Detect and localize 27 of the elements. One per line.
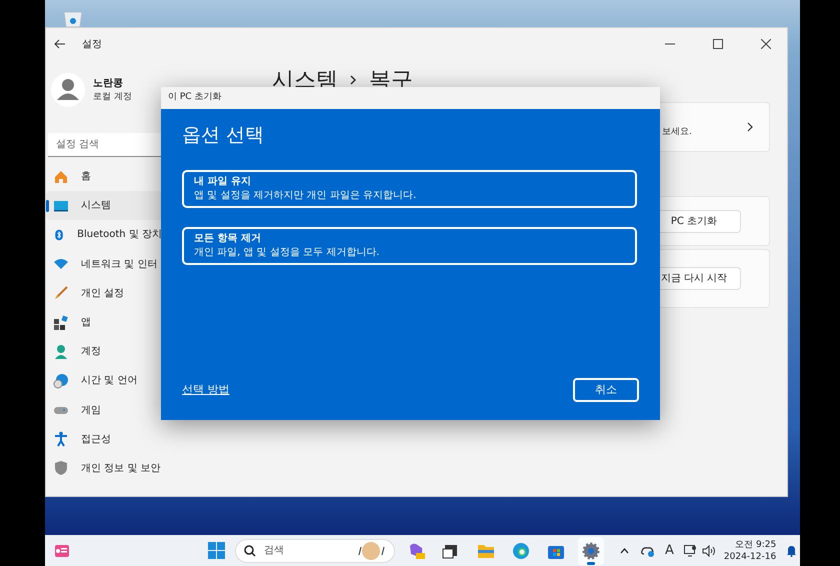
search-placeholder: 검색 <box>264 544 284 558</box>
input-method-indicator[interactable]: A <box>665 540 674 560</box>
clock-date[interactable]: 2024-12-16 <box>724 550 776 562</box>
cancel-button[interactable]: 취소 <box>573 378 639 402</box>
help-link[interactable]: 선택 방법 <box>182 382 230 398</box>
nav-item[interactable]: 시간 및 언어 <box>46 366 162 396</box>
nav-item[interactable]: 홈 <box>46 162 162 192</box>
nav-item[interactable]: Bluetooth 및 장치 <box>46 220 162 250</box>
search-field[interactable]: 설정 검색 <box>48 133 162 157</box>
option-button[interactable]: 내 파일 유지 앱 및 설정을 제거하지만 개인 파일은 유지합니다. <box>182 170 637 208</box>
option-button[interactable]: 모든 항목 제거 개인 파일, 앱 및 설정을 모두 제거합니다. <box>182 226 637 264</box>
dialog-title: 이 PC 초기화 <box>168 91 222 104</box>
dialog-heading: 옵션 선택 <box>182 123 266 148</box>
user-name: 노란콩 <box>93 76 124 91</box>
nav-item[interactable]: 개인 설정 <box>46 278 162 308</box>
nav-item[interactable]: 계정 <box>46 337 162 366</box>
nav-item[interactable]: 시스템 <box>46 191 162 220</box>
nav-item[interactable]: 앱 <box>46 308 162 338</box>
account-type: 로컬 계정 <box>93 90 132 104</box>
window-title: 설정 <box>82 38 102 52</box>
nav-item[interactable]: 게임 <box>46 396 162 425</box>
nav-item[interactable]: 네트워크 및 인터 <box>46 250 162 279</box>
taskbar-search-field[interactable]: 검색 <box>235 538 395 562</box>
card-text: 보세요. <box>662 126 692 140</box>
nav-item[interactable]: 접근성 <box>46 424 162 454</box>
nav-item[interactable]: 개인 정보 및 보안 <box>46 454 162 484</box>
clock-time[interactable]: 오전 9:25 <box>735 538 776 550</box>
